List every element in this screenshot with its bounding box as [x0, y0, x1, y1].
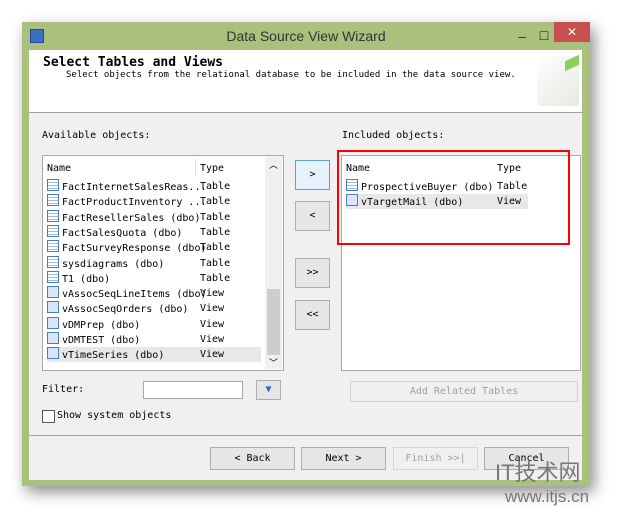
- list-item[interactable]: vAssocSeqOrders (dbo) View: [47, 301, 261, 316]
- list-item[interactable]: vAssocSeqLineItems (dbo) View: [47, 286, 261, 301]
- watermark-url: www.itjs.cn: [505, 487, 590, 506]
- table-icon: [47, 194, 59, 207]
- list-item[interactable]: FactInternetSalesReas... Table: [47, 179, 261, 194]
- item-name: FactResellerSales (dbo): [62, 212, 201, 224]
- list-item[interactable]: FactProductInventory ... Table: [47, 194, 261, 209]
- item-type: View: [200, 349, 225, 361]
- item-type: Table: [200, 226, 231, 238]
- available-list[interactable]: Name Type FactInternetSalesReas... Table F…: [42, 155, 284, 371]
- scrollbar[interactable]: ︿ ﹀: [265, 156, 282, 369]
- minimize-button[interactable]: –: [510, 22, 534, 50]
- item-name: vAssocSeqOrders (dbo): [62, 304, 189, 316]
- next-button[interactable]: Next >: [301, 447, 386, 470]
- item-type: View: [200, 318, 225, 330]
- item-type: Table: [200, 211, 231, 223]
- available-label: Available objects:: [42, 130, 151, 141]
- filter-label: Filter:: [42, 384, 85, 395]
- item-type: Table: [200, 272, 231, 284]
- item-type: View: [200, 303, 225, 315]
- list-item[interactable]: vTimeSeries (dbo) View: [47, 347, 261, 363]
- list-item[interactable]: sysdiagrams (dbo) Table: [47, 255, 261, 271]
- show-system-checkbox[interactable]: [42, 410, 55, 423]
- included-label: Included objects:: [342, 130, 445, 141]
- item-name: sysdiagrams (dbo): [62, 258, 165, 270]
- back-button[interactable]: < Back: [210, 447, 295, 470]
- remove-all-button[interactable]: <<: [295, 300, 330, 330]
- item-name: T1 (dbo): [62, 273, 111, 285]
- wizard-window: Data Source View Wizard – ☐ ✕ Select Tab…: [22, 22, 590, 486]
- table-icon: [47, 255, 59, 268]
- item-name: FactInternetSalesReas...: [62, 182, 207, 193]
- filter-input[interactable]: [143, 381, 243, 399]
- page-title: Select Tables and Views: [43, 55, 224, 70]
- funnel-icon: ▼: [265, 384, 272, 395]
- page-subtitle: Select objects from the relational datab…: [66, 70, 516, 80]
- col-name-header[interactable]: Name: [47, 163, 71, 174]
- item-name: vAssocSeqLineItems (dbo): [62, 289, 207, 301]
- maximize-button[interactable]: ☐: [532, 22, 556, 50]
- item-name: FactSalesQuota (dbo): [62, 227, 183, 239]
- view-icon: [47, 332, 59, 344]
- wizard-graphic-icon: [537, 54, 579, 106]
- col-type-header[interactable]: Type: [200, 163, 224, 174]
- table-icon: [47, 179, 59, 191]
- add-button[interactable]: >: [295, 160, 330, 190]
- view-icon: [47, 286, 59, 299]
- add-related-tables-button[interactable]: Add Related Tables: [350, 381, 578, 402]
- scroll-down-icon[interactable]: ﹀: [269, 356, 278, 369]
- item-name: vTimeSeries (dbo): [62, 350, 165, 362]
- window-title: Data Source View Wizard: [226, 28, 386, 44]
- item-type: Table: [200, 181, 231, 192]
- item-type: Table: [200, 242, 231, 254]
- item-name: FactProductInventory ...: [62, 197, 207, 209]
- table-icon: [47, 224, 59, 237]
- item-type: Table: [200, 257, 231, 269]
- show-system-label[interactable]: Show system objects: [57, 410, 171, 421]
- footer-divider: [29, 435, 582, 436]
- item-name: vDMPrep (dbo): [62, 319, 141, 331]
- table-icon: [47, 240, 59, 253]
- watermark-logo: IT技术网: [495, 460, 581, 485]
- table-icon: [47, 270, 59, 283]
- scroll-thumb[interactable]: [267, 289, 280, 355]
- remove-button[interactable]: <: [295, 201, 330, 231]
- view-icon: [47, 316, 59, 329]
- filter-button[interactable]: ▼: [256, 380, 281, 400]
- add-all-button[interactable]: >>: [295, 258, 330, 288]
- highlight-box: [337, 150, 570, 245]
- wizard-header: Select Tables and Views Select objects f…: [29, 50, 582, 113]
- item-type: View: [200, 334, 225, 345]
- view-icon: [47, 347, 59, 360]
- item-type: View: [200, 288, 225, 300]
- scroll-up-icon[interactable]: ︿: [269, 158, 278, 171]
- watermark: IT技术网 www.itjs.cn: [490, 455, 589, 507]
- list-item[interactable]: FactResellerSales (dbo) Table: [47, 209, 261, 225]
- table-icon: [47, 209, 59, 222]
- app-icon: [30, 29, 44, 43]
- list-item[interactable]: vDMTEST (dbo) View: [47, 332, 261, 347]
- close-button[interactable]: ✕: [554, 22, 590, 42]
- view-icon: [47, 301, 59, 314]
- wizard-client: Select Tables and Views Select objects f…: [29, 50, 582, 480]
- list-item[interactable]: T1 (dbo) Table: [47, 270, 261, 286]
- list-item[interactable]: FactSurveyResponse (dbo) Table: [47, 240, 261, 255]
- item-type: Table: [200, 196, 231, 208]
- title-bar: Data Source View Wizard – ☐ ✕: [22, 22, 590, 50]
- item-name: FactSurveyResponse (dbo): [62, 243, 207, 255]
- item-name: vDMTEST (dbo): [62, 335, 141, 346]
- list-item[interactable]: vDMPrep (dbo) View: [47, 316, 261, 332]
- finish-button[interactable]: Finish >>|: [393, 447, 478, 470]
- list-item[interactable]: FactSalesQuota (dbo) Table: [47, 224, 261, 240]
